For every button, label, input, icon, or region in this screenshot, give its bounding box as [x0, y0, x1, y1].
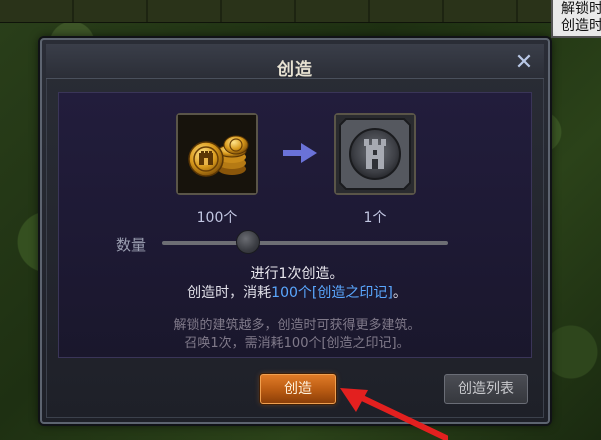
quantity-slider-track[interactable]: [162, 241, 448, 245]
gold-coins-icon: [178, 115, 256, 193]
summary-line-2-suffix: 。: [392, 285, 407, 301]
summary-line-2-highlight: 100个[创造之印记]: [271, 285, 393, 301]
corner-notice: 解锁时 创造时: [551, 0, 601, 38]
quantity-slider-handle[interactable]: [235, 230, 260, 254]
close-icon[interactable]: ✕: [512, 51, 536, 75]
castle-tower-icon: [336, 115, 414, 193]
create-dialog: 创造 ✕ 100个 1个 数量 进行1次创造。 创造时，消耗100个[创造之印记…: [40, 38, 550, 424]
corner-notice-line1: 解锁时: [561, 1, 601, 17]
cost-quantity: 100个: [196, 210, 238, 226]
corner-notice-line2: 创造时: [561, 18, 601, 34]
dialog-title-bar: 创造 ✕: [46, 44, 544, 80]
dialog-title: 创造: [277, 60, 313, 80]
result-item-slot: [334, 113, 416, 195]
summary-line-1: 进行1次创造。: [250, 266, 344, 282]
top-toolbar-strip: [0, 0, 601, 23]
hint-line-2: 召唤1次，需消耗100个[创造之印记]。: [184, 336, 410, 351]
quantity-slider-label: 数量: [116, 236, 147, 254]
red-pointer-arrow-icon: [340, 388, 448, 440]
cost-item-slot: [176, 113, 258, 195]
right-arrow-icon: [283, 143, 317, 163]
result-quantity: 1个: [363, 210, 387, 226]
hint-line-1: 解锁的建筑越多，创造时可获得更多建筑。: [173, 318, 421, 333]
create-button[interactable]: 创造: [260, 374, 336, 404]
summary-line-2: 创造时，消耗100个[创造之印记]。: [42, 282, 552, 302]
create-list-button[interactable]: 创造列表: [444, 374, 528, 404]
summary-line-2-prefix: 创造时，消耗: [187, 285, 272, 301]
